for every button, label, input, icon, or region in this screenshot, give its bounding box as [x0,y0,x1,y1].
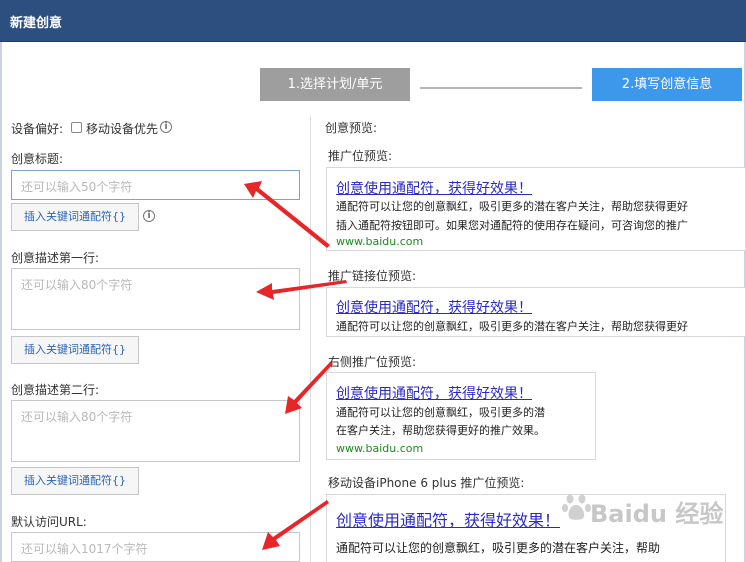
preview-heading: 创意预览: [325,121,378,135]
preview-slot-link: 创意使用通配符，获得好效果！ 通配符可以让您的创意飘红，吸引更多的潜在客户关注，… [326,287,746,337]
step-fill-creative[interactable]: 2.填写创意信息 [592,68,742,101]
ad-display-url: www.baidu.com [336,235,424,248]
slot4-label: 移动设备iPhone 6 plus 推广位预览: [328,476,525,490]
dialog-border-left [0,42,2,562]
info-icon[interactable]: i [143,210,155,222]
ad-title-link[interactable]: 创意使用通配符，获得好效果！ [336,507,560,531]
insert-wildcard-button[interactable]: 插入关键词通配符{} [11,467,139,495]
preview-slot-right: 创意使用通配符，获得好效果！ 通配符可以让您的创意飘红，吸引更多的潜 在客户关注… [326,372,596,460]
mobile-first-checkbox[interactable] [71,122,82,133]
url-label: 默认访问URL: [11,515,87,529]
ad-desc-line: 通配符可以让您的创意飘红，吸引更多的潜在客户关注，帮助 [336,541,661,555]
title-input[interactable]: 还可以输入50个字符 [11,170,300,200]
dialog-title: 新建创意 [10,16,63,31]
baidu-paw-icon [562,494,591,520]
insert-wildcard-button[interactable]: 插入关键词通配符{} [11,336,139,364]
ad-desc-line: 通配符可以让您的创意飘红，吸引更多的潜在客户关注，帮助您获得更好 [336,320,688,333]
url-input[interactable]: 还可以输入1017个字符 [11,532,300,562]
dialog-titlebar: 新建创意 [0,0,746,42]
step-select-plan[interactable]: 1.选择计划/单元 [260,68,410,101]
info-icon[interactable]: i [160,121,172,133]
slot2-label: 推广链接位预览: [328,269,417,283]
ad-desc-line: 插入通配符按钮即可。如果您对通配符的使用存在疑问，可咨询您的推广 [336,219,688,232]
column-divider [310,116,311,562]
title-label: 创意标题: [11,152,64,166]
desc2-label: 创意描述第二行: [11,383,100,397]
device-pref-label: 设备偏好: [11,122,64,136]
desc1-textarea[interactable]: 还可以输入80个字符 [11,268,300,330]
ad-desc-line: 在客户关注，帮助您获得更好的推广效果。 [336,424,545,437]
desc2-textarea[interactable]: 还可以输入80个字符 [11,400,300,462]
ad-title-link[interactable]: 创意使用通配符，获得好效果！ [336,297,532,317]
mobile-first-label: 移动设备优先 [86,122,159,136]
ad-desc-line: 通配符可以让您的创意飘红，吸引更多的潜在客户关注，帮助您获得更好 [336,200,688,213]
preview-slot-top: 创意使用通配符，获得好效果！ 通配符可以让您的创意飘红，吸引更多的潜在客户关注，… [326,167,746,251]
slot1-label: 推广位预览: [328,149,393,163]
desc1-label: 创意描述第一行: [11,251,100,265]
step-connector [420,87,582,89]
slot3-label: 右侧推广位预览: [328,355,417,369]
ad-desc-line: 通配符可以让您的创意飘红，吸引更多的潜 [336,406,545,419]
insert-wildcard-button[interactable]: 插入关键词通配符{} [11,203,139,231]
ad-title-link[interactable]: 创意使用通配符，获得好效果！ [336,178,532,198]
watermark: Baidu 经验 [590,500,724,528]
ad-title-link[interactable]: 创意使用通配符，获得好效果！ [336,383,532,403]
ad-display-url: www.baidu.com [336,442,424,455]
